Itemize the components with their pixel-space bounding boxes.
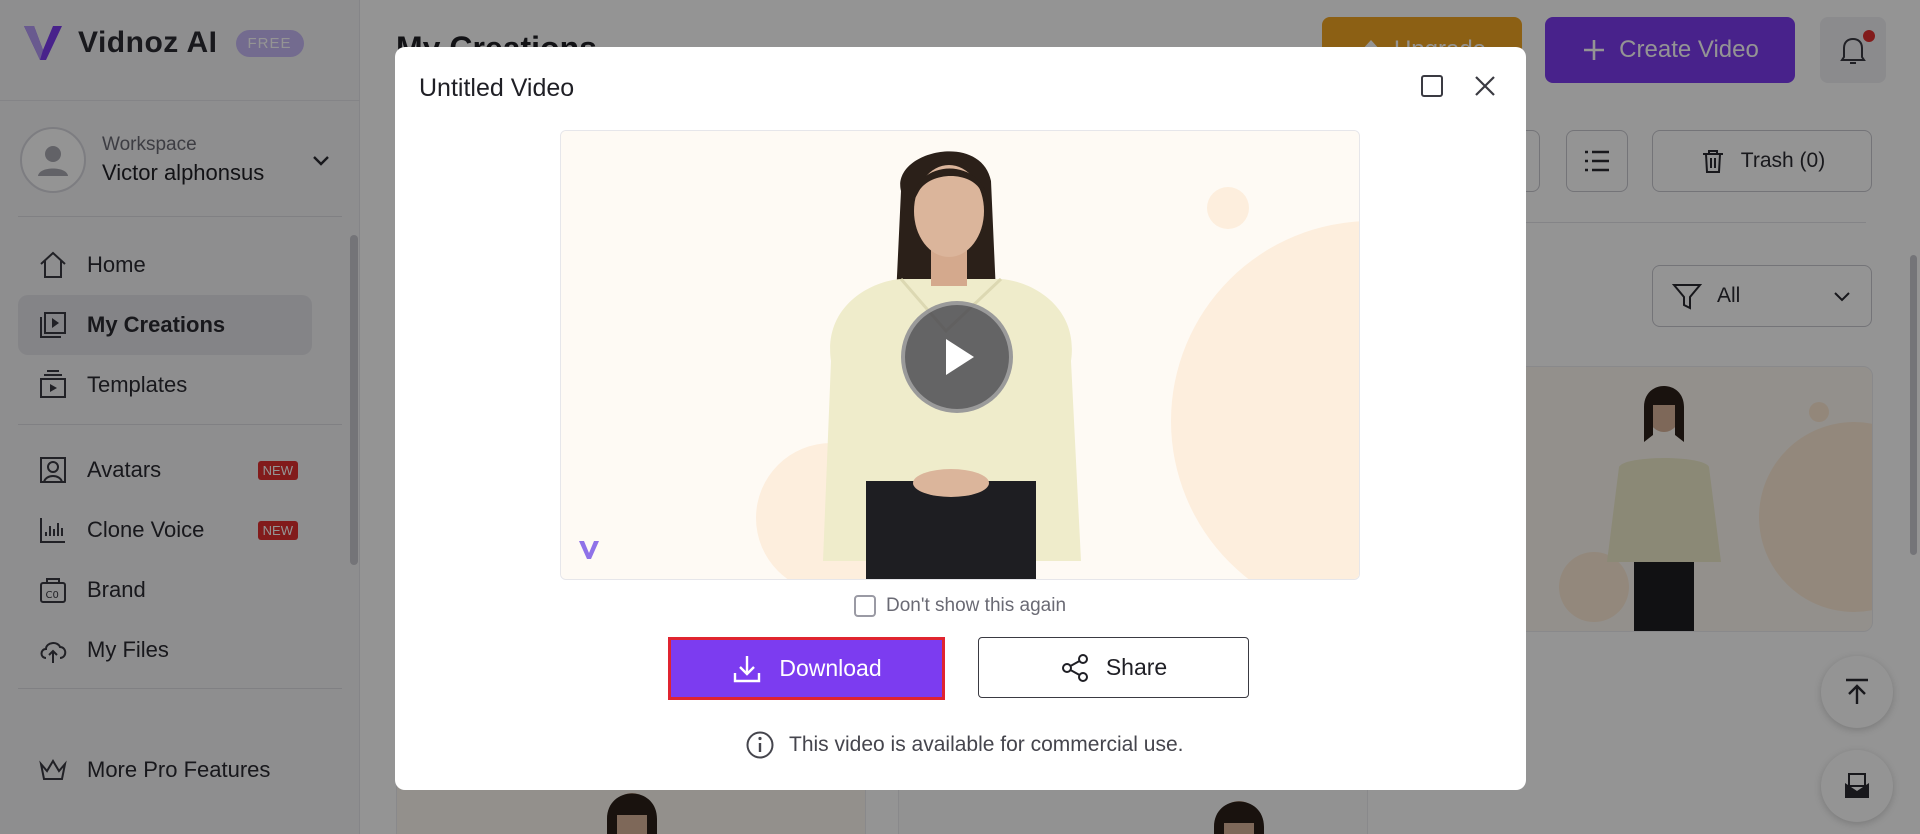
maximize-button[interactable] — [1417, 71, 1447, 101]
close-button[interactable] — [1468, 69, 1502, 103]
video-preview-modal: Untitled Video Don't show this again Dow… — [395, 47, 1526, 790]
maximize-icon — [1421, 75, 1443, 97]
dont-show-again-option[interactable]: Don't show this again — [854, 595, 1066, 617]
modal-title: Untitled Video — [419, 74, 575, 102]
info-icon — [746, 731, 774, 759]
commercial-use-note: This video is available for commercial u… — [745, 730, 1184, 760]
share-icon — [1061, 653, 1088, 682]
download-label: Download — [779, 655, 882, 681]
share-label: Share — [1105, 654, 1168, 680]
dont-show-again-checkbox[interactable] — [854, 595, 876, 617]
play-button[interactable] — [901, 301, 1013, 413]
commercial-use-text: This video is available for commercial u… — [789, 733, 1184, 756]
download-button[interactable]: Download — [668, 637, 945, 700]
video-player[interactable] — [560, 130, 1360, 580]
share-button[interactable]: Share — [978, 637, 1249, 698]
close-icon — [1475, 76, 1495, 96]
dont-show-again-label: Don't show this again — [886, 595, 1067, 616]
download-icon — [734, 655, 761, 682]
play-icon — [946, 339, 974, 375]
